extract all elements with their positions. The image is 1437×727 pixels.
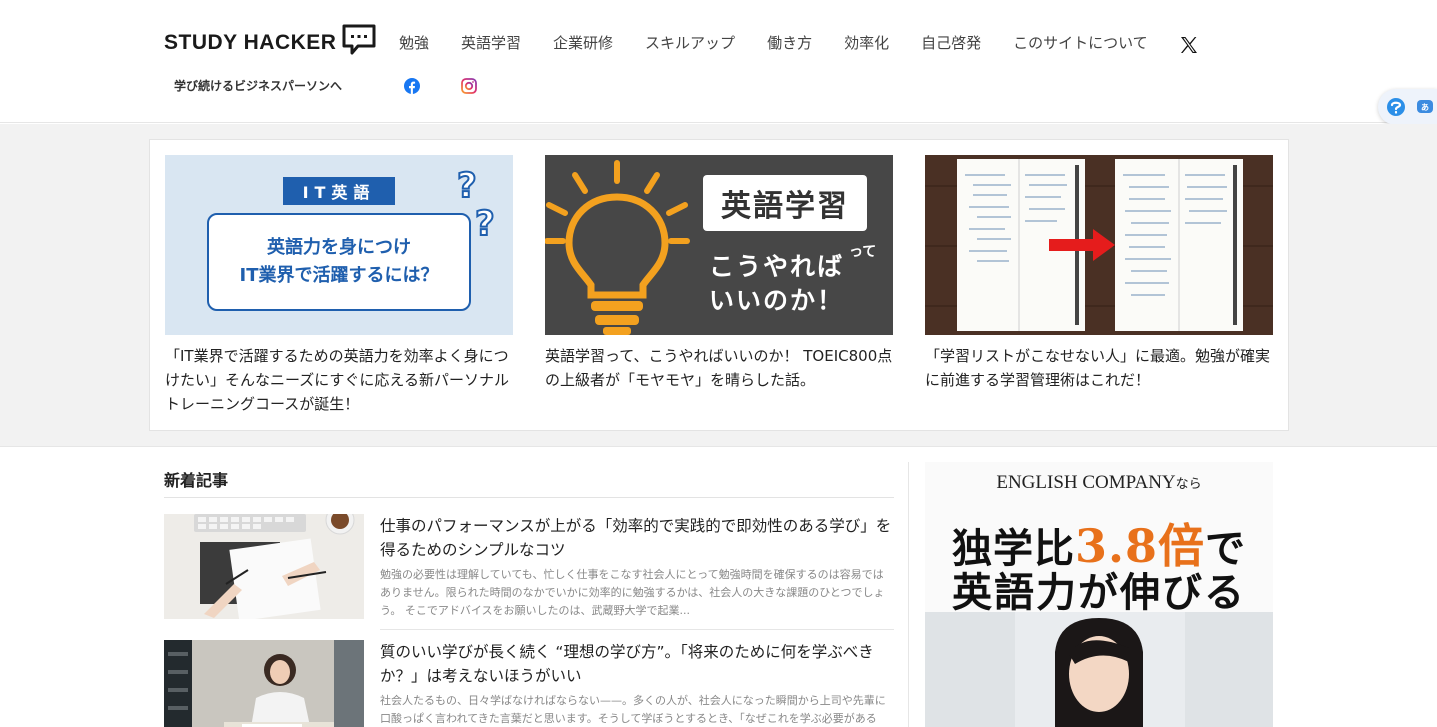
article-item[interactable]: 仕事のパフォーマンスが上がる「効率的で実践的で即効性のある学び」を得るためのシン… <box>164 514 894 630</box>
featured-title-english-learning[interactable]: 英語学習って、こうやればいいのか！ TOEIC800点の上級者が「モヤモヤ」を晴… <box>545 344 893 392</box>
assistant-icon[interactable] <box>1386 97 1406 117</box>
english-company-ad[interactable]: ENGLISH COMPANYなら 独学比3.8倍で 英語力が伸びる <box>925 462 1273 727</box>
featured-thumb-notebooks[interactable] <box>925 155 1273 335</box>
article-excerpt: 勉強の必要性は理解していても、忙しく仕事をこなす社会人にとって勉強時間を確保する… <box>380 568 885 617</box>
english-learning-badge: 英語学習 <box>703 175 867 231</box>
translate-widget[interactable]: あ <box>1378 89 1437 125</box>
article-item[interactable]: 質のいい学びが長く続く “理想の学び方”。「将来のために何を学ぶべきか？」は考え… <box>164 640 894 727</box>
main-nav: 勉強 英語学習 企業研修 スキルアップ 働き方 効率化 自己啓発 このサイトにつ… <box>399 32 1182 53</box>
article-divider <box>380 629 894 630</box>
nav-item-corporate-training[interactable]: 企業研修 <box>553 32 613 53</box>
nav-item-work-style[interactable]: 働き方 <box>767 32 812 53</box>
article-title[interactable]: 仕事のパフォーマンスが上がる「効率的で実践的で即効性のある学び」を得るためのシン… <box>380 514 894 562</box>
featured-card-it-english[interactable]: IT英語 ? ? 英語力を身につけ IT業界で活躍するには？ 「IT業界で活躍す… <box>165 155 513 416</box>
nav-item-about[interactable]: このサイトについて <box>1013 32 1148 53</box>
site-header: STUDY HACKER 学び続けるビジネスパーソンへ 勉強 英語学習 企業研修… <box>0 0 1437 125</box>
lightbulb-icon <box>545 160 690 335</box>
facebook-icon[interactable] <box>404 78 420 94</box>
article-title[interactable]: 質のいい学びが長く続く “理想の学び方”。「将来のために何を学ぶべきか？」は考え… <box>380 640 894 688</box>
section-divider <box>164 497 894 498</box>
featured-card-english-learning[interactable]: 英語学習 こうやれば って いいのか！ 英語学習って、こうやればいいのか！ TO… <box>545 155 893 392</box>
article-thumb-library[interactable] <box>164 640 364 727</box>
notebook-photo <box>925 155 1273 335</box>
nav-item-skill-up[interactable]: スキルアップ <box>645 32 735 53</box>
it-english-thumb-line2: IT業界で活躍するには？ <box>239 265 439 286</box>
svg-text:あ: あ <box>1421 103 1429 112</box>
lightbulb-thumb-small-text: って <box>849 244 877 260</box>
translate-icon[interactable]: あ <box>1416 98 1434 116</box>
nav-item-study[interactable]: 勉強 <box>399 32 429 53</box>
ad-brand-line: ENGLISH COMPANYなら <box>996 472 1202 493</box>
latest-articles-heading: 新着記事 <box>164 471 229 490</box>
article-excerpt: 社会人たるもの、日々学ばなければならない——。多くの人が、社会人になった瞬間から… <box>380 694 886 725</box>
library-photo <box>164 640 364 727</box>
site-tagline: 学び続けるビジネスパーソンへ <box>174 79 343 93</box>
nav-item-efficiency[interactable]: 効率化 <box>844 32 889 53</box>
featured-title-study-management[interactable]: 「学習リストがこなせない人」に最適。勉強が確実に前進する学習管理術はこれだ！ <box>925 344 1273 392</box>
svg-text:?: ? <box>475 204 495 243</box>
it-english-badge: IT英語 <box>283 177 395 205</box>
ad-woman-photo <box>925 612 1273 727</box>
featured-card-study-management[interactable]: 「学習リストがこなせない人」に最適。勉強が確実に前進する学習管理術はこれだ！ <box>925 155 1273 392</box>
it-english-speech-box: 英語力を身につけ IT業界で活躍するには？ <box>207 213 471 311</box>
featured-title-it-english[interactable]: 「IT業界で活躍するための英語力を効率よく身につけたい」そんなニーズにすぐに応え… <box>165 344 513 416</box>
speech-bubble-logo-icon <box>342 24 376 55</box>
article-thumb-desk[interactable] <box>164 514 364 619</box>
featured-thumb-lightbulb[interactable]: 英語学習 こうやれば って いいのか！ <box>545 155 893 335</box>
featured-box: IT英語 ? ? 英語力を身につけ IT業界で活躍するには？ 「IT業界で活躍す… <box>149 139 1289 431</box>
nav-item-self-development[interactable]: 自己啓発 <box>921 32 981 53</box>
instagram-icon[interactable] <box>461 78 477 94</box>
lightbulb-thumb-line1: こうやれば <box>709 252 845 281</box>
logo-text: STUDY HACKER <box>164 31 337 54</box>
ad-subheadline: 英語力が伸びる <box>952 569 1246 616</box>
x-twitter-icon[interactable] <box>1180 36 1198 54</box>
featured-section: IT英語 ? ? 英語力を身につけ IT業界で活躍するには？ 「IT業界で活躍す… <box>0 124 1437 447</box>
nav-item-english[interactable]: 英語学習 <box>461 32 521 53</box>
sidebar-divider <box>908 462 909 727</box>
site-logo[interactable]: STUDY HACKER <box>164 24 376 56</box>
desk-photo <box>164 514 364 619</box>
featured-thumb-it-english[interactable]: IT英語 ? ? 英語力を身につけ IT業界で活躍するには？ <box>165 155 513 335</box>
lightbulb-thumb-line2: いいのか！ <box>709 286 845 315</box>
it-english-thumb-line1: 英語力を身につけ <box>267 237 411 258</box>
svg-text:?: ? <box>457 166 477 206</box>
